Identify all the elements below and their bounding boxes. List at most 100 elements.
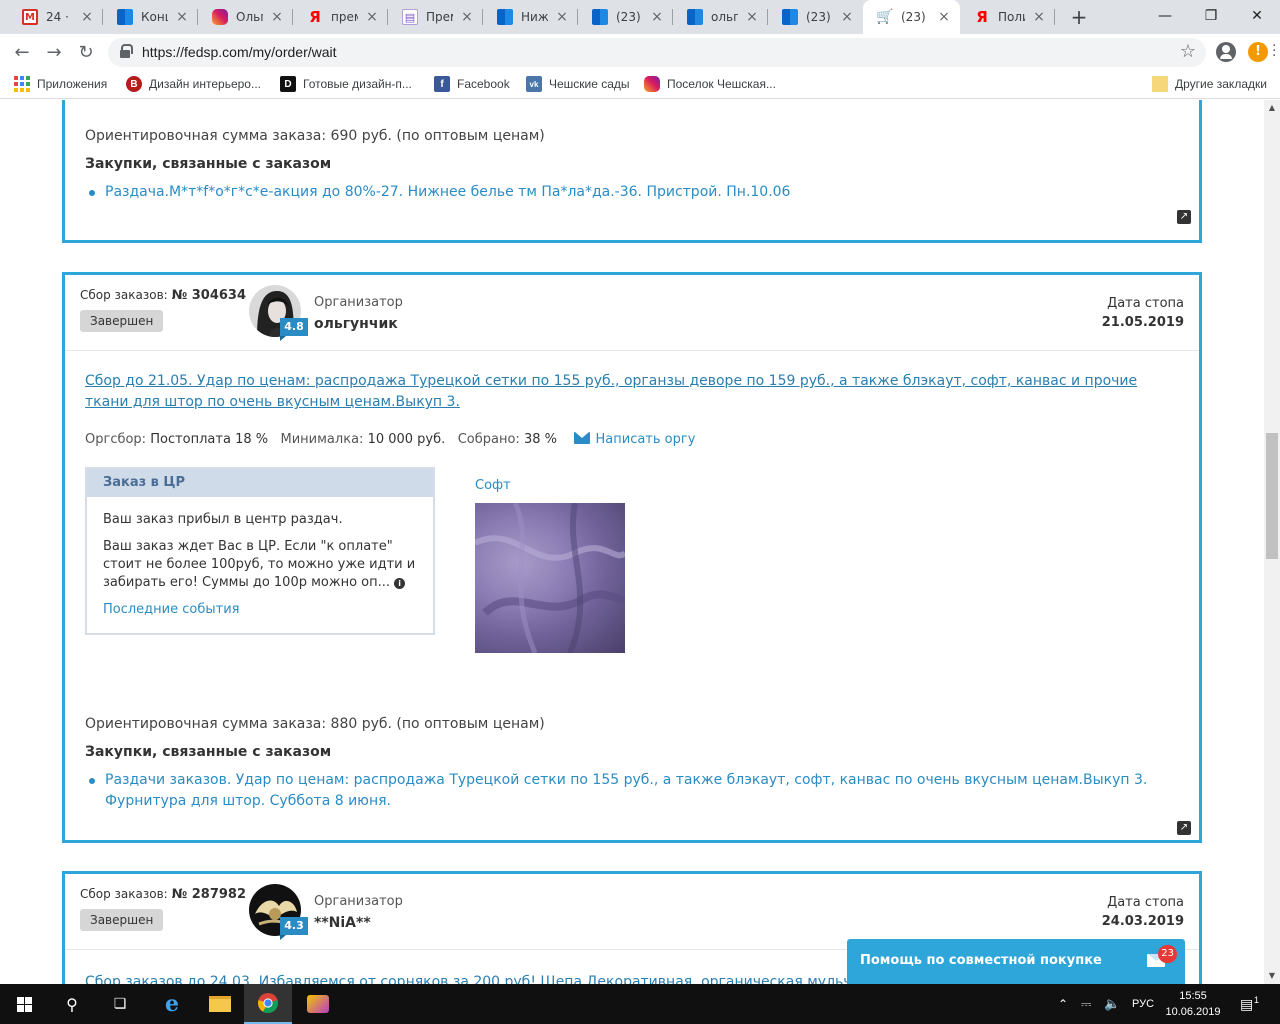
scrollbar-thumb[interactable] (1266, 433, 1278, 559)
bookmark-star-icon[interactable]: ☆ (1180, 41, 1196, 62)
browser-tab[interactable]: Я Поли × (960, 0, 1055, 34)
forward-button[interactable]: → (40, 39, 68, 67)
close-tab-icon[interactable]: × (936, 9, 952, 25)
product-link[interactable]: Софт (475, 478, 511, 493)
organizer-name[interactable]: ольгунчик (314, 316, 398, 332)
last-events-link[interactable]: Последние события (103, 601, 417, 619)
sbor-value: № 304634 (171, 288, 247, 303)
browser-tab[interactable]: Ольга × (198, 0, 293, 34)
order-card: Сбор заказов: № 304634 Завершен 4.8 Орга… (62, 272, 1202, 843)
restore-button[interactable]: ❐ (1188, 0, 1234, 34)
browser-tab[interactable]: ▤ Прем × (388, 0, 483, 34)
bookmark-item[interactable]: f Facebook (434, 76, 510, 92)
browser-tab[interactable]: Нижн × (483, 0, 578, 34)
volume-icon[interactable]: 🔈 (1104, 984, 1120, 1024)
close-tab-icon[interactable]: × (1031, 9, 1047, 25)
browser-tab[interactable]: ольгу × (673, 0, 768, 34)
close-tab-icon[interactable]: × (839, 9, 855, 25)
tab-strip: M24 · Вх×Конце×Ольга×Япрем×▤Прем×Нижн×(2… (0, 0, 1280, 34)
profile-icon[interactable] (1216, 42, 1236, 62)
bookmark-item[interactable]: D Готовые дизайн-п... (280, 76, 412, 92)
task-view-button[interactable]: ❏ (96, 984, 144, 1024)
tab-title: Прем (426, 10, 453, 24)
help-label: Помощь по совместной покупке (860, 953, 1102, 968)
write-org-link[interactable]: Написать оргу (596, 432, 696, 447)
windows-logo-icon (16, 996, 32, 1012)
yandex-icon: Я (976, 8, 988, 26)
bookmark-label: Готовые дизайн-п... (303, 77, 412, 91)
show-hidden-icons[interactable]: ⌃ (1058, 984, 1068, 1024)
task-view-icon: ❏ (113, 996, 127, 1012)
organizer-name[interactable]: **NiA** (314, 915, 371, 931)
action-center-icon[interactable]: ▤ (1240, 984, 1253, 1024)
close-tab-icon[interactable]: × (364, 9, 380, 25)
help-widget[interactable]: Помощь по совместной покупке 23 (847, 939, 1185, 984)
browser-tab[interactable]: M 24 · Вх × (8, 0, 103, 34)
stop-date-value: 24.03.2019 (1101, 914, 1184, 929)
bookmark-apps[interactable]: Приложения (14, 76, 107, 92)
close-tab-icon[interactable]: × (269, 9, 285, 25)
close-tab-icon[interactable]: × (649, 9, 665, 25)
facebook-icon: f (434, 76, 450, 92)
browser-tab[interactable]: (23) Р × (578, 0, 673, 34)
info-icon[interactable]: i (394, 578, 406, 589)
sbor-title-link[interactable]: Сбор до 21.05. Удар по ценам: распродажа… (85, 371, 1175, 413)
sbor-meta: Оргсбор: Постоплата 18 % Минималка: 10 0… (85, 432, 695, 447)
bookmark-item[interactable]: Поселок Чешская... (644, 76, 776, 92)
tab-title: Поли (998, 10, 1025, 24)
update-alert-icon[interactable]: ! (1248, 42, 1268, 62)
close-tab-icon[interactable]: × (554, 9, 570, 25)
reload-button[interactable]: ↻ (72, 39, 100, 67)
browser-tab[interactable]: 🛒 (23) С × (863, 0, 960, 34)
taskbar-edge[interactable]: e (148, 984, 196, 1024)
browser-tab[interactable]: Конце × (103, 0, 198, 34)
bookmark-other[interactable]: Другие закладки (1152, 76, 1267, 92)
clock[interactable]: 15:55 10.06.2019 (1162, 988, 1224, 1020)
lock-icon (120, 44, 133, 58)
bookmark-item[interactable]: vk Чешские сады (526, 76, 630, 92)
menu-dots-icon[interactable]: · · · (1272, 39, 1276, 63)
bookmark-label: Facebook (457, 77, 510, 91)
product-image[interactable] (475, 503, 625, 653)
bookmark-label: Поселок Чешская... (667, 77, 776, 91)
network-icon[interactable]: ⎓ (1081, 984, 1091, 1024)
taskbar-chrome[interactable] (244, 984, 292, 1024)
bookmark-item[interactable]: B Дизайн интерьеро... (126, 76, 261, 92)
start-button[interactable] (0, 984, 48, 1024)
collected-value: 38 % (523, 432, 557, 447)
rating-badge: 4.3 (280, 917, 308, 940)
address-bar[interactable]: https://fedsp.com/my/order/wait ☆ (108, 38, 1206, 67)
expand-icon[interactable]: ↗ (1177, 821, 1191, 835)
close-window-button[interactable]: ✕ (1234, 0, 1280, 34)
taskbar-explorer[interactable] (196, 984, 244, 1024)
windows-site-icon (497, 9, 513, 25)
new-tab-button[interactable]: + (1066, 4, 1092, 30)
stop-date-label: Дата стопа (1107, 296, 1184, 311)
close-tab-icon[interactable]: × (174, 9, 190, 25)
page-scrollbar[interactable]: ▲ ▼ (1264, 100, 1280, 984)
scroll-up-icon[interactable]: ▲ (1264, 100, 1280, 116)
bookmark-label: Приложения (37, 77, 108, 91)
close-tab-icon[interactable]: × (79, 9, 95, 25)
browser-tab[interactable]: (23) С × (768, 0, 863, 34)
stop-date-value: 21.05.2019 (1101, 315, 1184, 330)
back-button[interactable]: ← (8, 39, 36, 67)
windows-site-icon (592, 9, 608, 25)
tab-title: (23) С (901, 10, 930, 24)
related-link[interactable]: Раздачи заказов. Удар по ценам: распрода… (85, 770, 1165, 812)
address-url[interactable]: https://fedsp.com/my/order/wait (142, 44, 337, 60)
related-link[interactable]: Раздача.М*т*f*о*г*с*е-акция до 80%-27. Н… (85, 182, 1165, 203)
minimize-button[interactable]: — (1142, 0, 1188, 34)
search-button[interactable]: ⚲ (48, 984, 96, 1024)
close-tab-icon[interactable]: × (744, 9, 760, 25)
order-sum: Ориентировочная сумма заказа: 880 руб. (… (85, 716, 545, 732)
close-tab-icon[interactable]: × (459, 9, 475, 25)
language-indicator[interactable]: РУС (1132, 984, 1154, 1024)
browser-tab[interactable]: Япрем × (293, 0, 388, 34)
taskbar-app[interactable] (294, 984, 342, 1024)
tab-title: Нижн (521, 10, 548, 24)
expand-icon[interactable]: ↗ (1177, 210, 1191, 224)
scroll-down-icon[interactable]: ▼ (1264, 968, 1280, 984)
organizer-label: Организатор (314, 295, 403, 310)
tab-title: (23) С (806, 10, 833, 24)
